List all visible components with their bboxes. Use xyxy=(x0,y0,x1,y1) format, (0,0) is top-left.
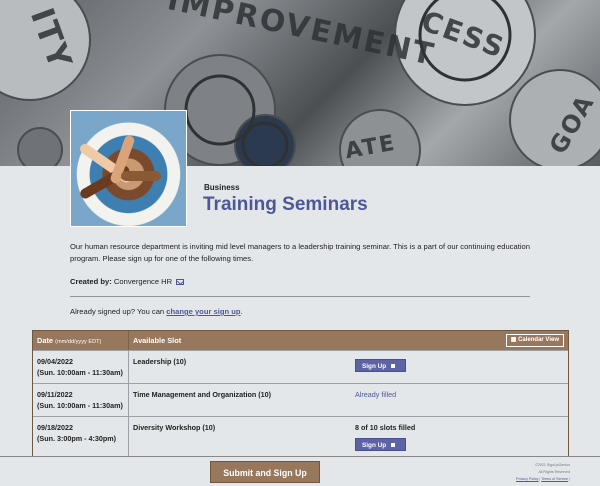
copyright: ©2021 SignUpGenius xyxy=(535,463,570,467)
row-slot-cell: Time Management and Organization (10) Al… xyxy=(129,384,568,416)
page-title: Training Seminars xyxy=(203,194,368,215)
checkbox-icon xyxy=(391,443,396,448)
already-suffix: . xyxy=(240,307,243,316)
divider xyxy=(70,296,530,297)
legal-links: Privacy Policy | Terms of Service | xyxy=(516,476,570,483)
sign-up-button[interactable]: Sign Up xyxy=(355,359,406,372)
date-format-hint: (mm/dd/yyyy EDT) xyxy=(55,339,102,345)
terms-of-service-link[interactable]: Terms of Service xyxy=(541,477,568,481)
legal-end: | xyxy=(568,477,570,481)
row-date-cell: 09/18/2022 (Sun. 3:00pm - 4:30pm) xyxy=(33,417,129,456)
checkbox-icon xyxy=(391,364,396,369)
row-slot-cell: Diversity Workshop (10) 8 of 10 slots fi… xyxy=(129,417,568,456)
event-description: Our human resource department is invitin… xyxy=(70,242,530,263)
calendar-view-label: Calendar View xyxy=(518,337,559,343)
already-signed-up-line: Already signed up? You can change your s… xyxy=(70,307,243,316)
event-thumbnail-image xyxy=(70,110,187,227)
slot-status: Already filled xyxy=(355,390,397,399)
row-time: (Sun. 3:00pm - 4:30pm) xyxy=(37,434,117,443)
slot-status: 8 of 10 slots filled xyxy=(355,423,416,432)
created-by-line: Created by: Convergence HR xyxy=(70,277,185,286)
sign-up-label: Sign Up xyxy=(362,442,387,449)
calendar-view-button[interactable]: ▦ Calendar View xyxy=(505,334,564,347)
column-header-date: Date (mm/dd/yyyy EDT) xyxy=(33,331,129,350)
row-date: 09/11/2022 xyxy=(37,390,73,399)
table-row: 09/11/2022 (Sun. 10:00am - 11:30am) Time… xyxy=(33,383,568,416)
rights: All Rights Reserved xyxy=(538,470,570,474)
sign-up-button[interactable]: Sign Up xyxy=(355,438,406,451)
calendar-icon: ▦ xyxy=(510,337,517,343)
row-time: (Sun. 10:00am - 11:30am) xyxy=(37,368,123,377)
created-by-name: Convergence HR xyxy=(113,277,173,286)
slot-name: Leadership (10) xyxy=(133,357,187,366)
table-header: Date (mm/dd/yyyy EDT) Available Slot ▦ C… xyxy=(33,331,568,350)
table-row: 09/04/2022 (Sun. 10:00am - 11:30am) Lead… xyxy=(33,350,568,383)
sign-up-label: Sign Up xyxy=(362,363,387,370)
footer-bar: Submit and Sign Up ©2021 SignUpGenius Al… xyxy=(0,456,600,486)
column-header-slot: Available Slot xyxy=(133,336,182,345)
row-slot-cell: Leadership (10) Sign Up xyxy=(129,351,568,383)
submit-and-sign-up-button[interactable]: Submit and Sign Up xyxy=(210,461,320,483)
row-date-cell: 09/04/2022 (Sun. 10:00am - 11:30am) xyxy=(33,351,129,383)
row-date-cell: 09/11/2022 (Sun. 10:00am - 11:30am) xyxy=(33,384,129,416)
date-header-label: Date xyxy=(37,336,54,345)
legal-text: ©2021 SignUpGenius All Rights Reserved P… xyxy=(516,462,570,483)
slots-table: Date (mm/dd/yyyy EDT) Available Slot ▦ C… xyxy=(32,330,569,460)
change-signup-link[interactable]: change your sign up xyxy=(166,307,240,316)
row-date: 09/18/2022 xyxy=(37,423,73,432)
already-prefix: Already signed up? You can xyxy=(70,307,167,316)
row-time: (Sun. 10:00am - 11:30am) xyxy=(37,401,123,410)
mail-icon[interactable] xyxy=(176,279,185,285)
privacy-policy-link[interactable]: Privacy Policy xyxy=(516,477,538,481)
row-date: 09/04/2022 xyxy=(37,357,73,366)
table-row: 09/18/2022 (Sun. 3:00pm - 4:30pm) Divers… xyxy=(33,416,568,456)
event-category: Business xyxy=(204,183,240,192)
slot-name: Diversity Workshop (10) xyxy=(133,423,216,432)
created-by-label: Created by: xyxy=(70,277,112,286)
slot-name: Time Management and Organization (10) xyxy=(133,390,272,399)
